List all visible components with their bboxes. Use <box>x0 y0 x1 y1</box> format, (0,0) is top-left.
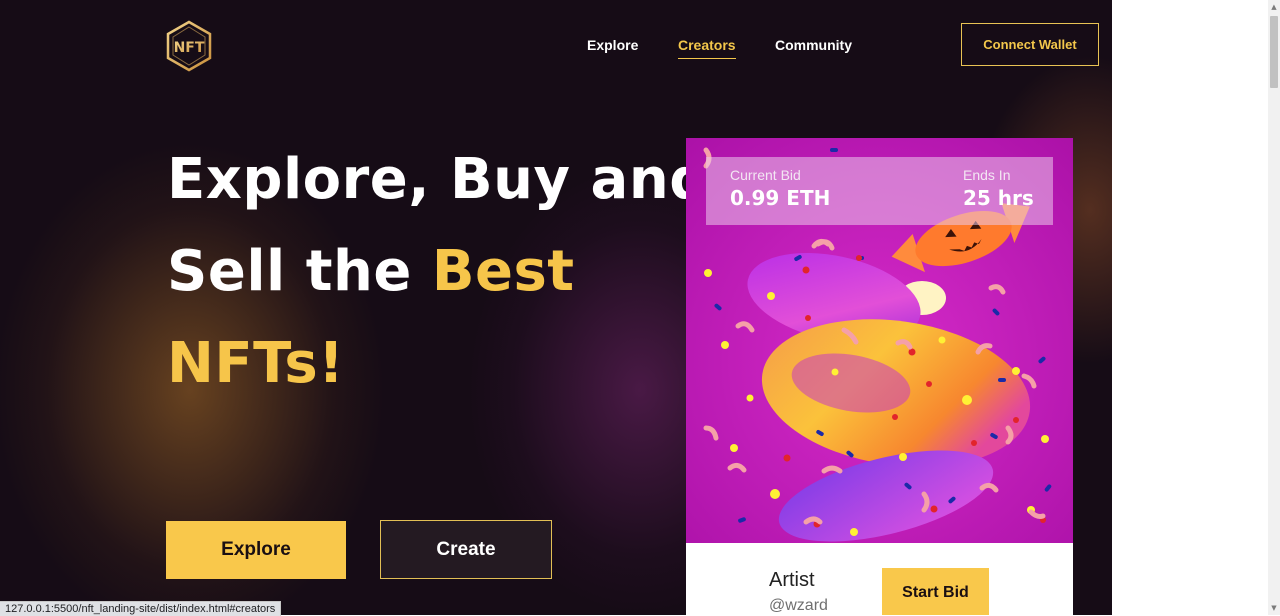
vertical-scrollbar[interactable]: ▲ ▼ <box>1268 0 1280 615</box>
start-bid-button[interactable]: Start Bid <box>882 568 989 615</box>
create-button[interactable]: Create <box>380 520 552 579</box>
hero-title-line-2-text: Sell the <box>167 239 432 304</box>
nft-logo-icon[interactable]: NFT <box>166 20 212 72</box>
hero-title-line-1: Explore, Buy and <box>167 147 710 212</box>
current-bid-label: Current Bid <box>730 167 801 183</box>
explore-button[interactable]: Explore <box>166 521 346 579</box>
artist-handle[interactable]: @wzard <box>769 597 828 615</box>
page-margin <box>1112 0 1268 615</box>
logo-text: NFT <box>174 40 205 56</box>
scroll-down-arrow-icon[interactable]: ▼ <box>1268 601 1280 615</box>
nav-community-link[interactable]: Community <box>775 37 852 53</box>
artist-label: Artist <box>769 569 815 591</box>
ends-in-label: Ends In <box>963 167 1011 183</box>
browser-viewport: NFT Explore Creators Community Connect W… <box>0 0 1268 615</box>
landing-page: NFT Explore Creators Community Connect W… <box>0 0 1112 615</box>
scrollbar-thumb[interactable] <box>1270 16 1278 88</box>
hero-title-line-3: NFTs! <box>167 331 345 396</box>
hero-title-line-2: Sell the Best <box>167 242 575 302</box>
nav-creators-link[interactable]: Creators <box>678 37 736 59</box>
nft-card: Current Bid 0.99 ETH Ends In 25 hrs Arti… <box>686 138 1073 615</box>
hero-title-highlight: Best <box>431 239 575 304</box>
scroll-up-arrow-icon[interactable]: ▲ <box>1268 0 1280 14</box>
connect-wallet-button[interactable]: Connect Wallet <box>961 23 1099 66</box>
status-bar-url: 127.0.0.1:5500/nft_landing-site/dist/ind… <box>0 601 282 616</box>
ends-in-value: 25 hrs <box>963 186 1034 210</box>
nav-explore-link[interactable]: Explore <box>587 37 638 53</box>
current-bid-value: 0.99 ETH <box>730 186 831 210</box>
bid-info-panel: Current Bid 0.99 ETH Ends In 25 hrs <box>706 157 1053 225</box>
